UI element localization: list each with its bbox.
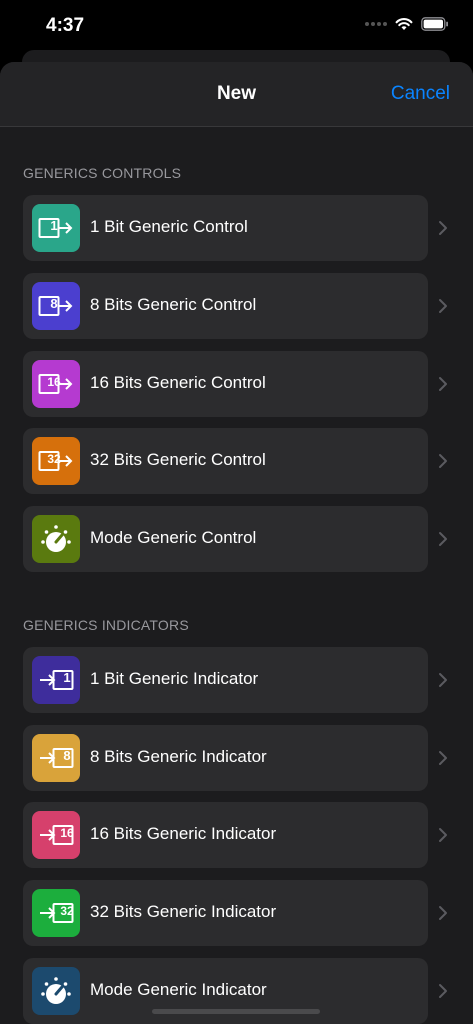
- icon-badge: 8: [63, 748, 71, 763]
- chevron-right-icon: [439, 984, 447, 998]
- section-header-controls: GENERICS CONTROLS: [23, 165, 182, 181]
- list-item-label: 32 Bits Generic Control: [90, 450, 266, 469]
- nav-bar: New Cancel: [0, 62, 473, 127]
- status-bar: 4:37: [0, 0, 473, 50]
- list-item-mode-control[interactable]: Mode Generic Control: [23, 506, 428, 572]
- mode-dial-icon: [32, 515, 80, 563]
- indicator-8-icon: 8: [32, 734, 80, 782]
- list-item-label: 1 Bit Generic Control: [90, 217, 248, 236]
- control-8-icon: 8: [32, 282, 80, 330]
- list-item-label: 8 Bits Generic Control: [90, 295, 257, 314]
- icon-badge: 16: [47, 375, 61, 389]
- mode-dial-icon: [32, 967, 80, 1015]
- chevron-right-icon: [439, 299, 447, 313]
- cancel-button[interactable]: Cancel: [391, 83, 450, 105]
- icon-badge: 16: [60, 826, 74, 840]
- control-1-icon: 1: [32, 204, 80, 252]
- indicator-1-icon: 1: [32, 656, 80, 704]
- icon-badge: 1: [50, 218, 58, 233]
- icon-badge: 32: [47, 452, 61, 466]
- cellular-signal-icon: [365, 22, 387, 26]
- home-indicator[interactable]: [152, 1009, 320, 1014]
- list-item-label: Mode Generic Control: [90, 528, 257, 547]
- battery-icon: [421, 17, 448, 31]
- status-time: 4:37: [46, 15, 85, 36]
- list-item-label: Mode Generic Indicator: [90, 980, 267, 999]
- chevron-right-icon: [439, 906, 447, 920]
- list-item-1-bit-control[interactable]: 1 1 Bit Generic Control: [23, 195, 428, 261]
- list-item-16-bits-indicator[interactable]: 16 16 Bits Generic Indicator: [23, 802, 428, 868]
- list-item-8-bits-indicator[interactable]: 8 8 Bits Generic Indicator: [23, 725, 428, 791]
- chevron-right-icon: [439, 828, 447, 842]
- icon-badge: 32: [60, 904, 74, 918]
- status-icons: [365, 17, 449, 31]
- list-item-label: 1 Bit Generic Indicator: [90, 669, 259, 688]
- chevron-right-icon: [439, 454, 447, 468]
- chevron-right-icon: [439, 377, 447, 391]
- chevron-right-icon: [439, 532, 447, 546]
- list-item-label: 8 Bits Generic Indicator: [90, 747, 267, 766]
- indicator-32-icon: 32: [32, 889, 80, 937]
- list-item-mode-indicator[interactable]: Mode Generic Indicator: [23, 958, 428, 1024]
- list-item-32-bits-control[interactable]: 32 32 Bits Generic Control: [23, 428, 428, 494]
- list-item-label: 16 Bits Generic Indicator: [90, 824, 277, 843]
- chevron-right-icon: [439, 673, 447, 687]
- chevron-right-icon: [439, 751, 447, 765]
- list-item-1-bit-indicator[interactable]: 1 1 Bit Generic Indicator: [23, 647, 428, 713]
- section-header-indicators: GENERICS INDICATORS: [23, 617, 189, 633]
- icon-badge: 1: [63, 670, 71, 685]
- list-item-label: 32 Bits Generic Indicator: [90, 902, 277, 921]
- indicator-16-icon: 16: [32, 811, 80, 859]
- list-item-32-bits-indicator[interactable]: 32 32 Bits Generic Indicator: [23, 880, 428, 946]
- chevron-right-icon: [439, 221, 447, 235]
- list-item-label: 16 Bits Generic Control: [90, 373, 266, 392]
- list-item-16-bits-control[interactable]: 16 16 Bits Generic Control: [23, 351, 428, 417]
- control-32-icon: 32: [32, 437, 80, 485]
- control-16-icon: 16: [32, 360, 80, 408]
- icon-badge: 8: [50, 296, 58, 311]
- list-item-8-bits-control[interactable]: 8 8 Bits Generic Control: [23, 273, 428, 339]
- new-item-sheet: New Cancel GENERICS CONTROLS 1 1 Bit Gen…: [0, 62, 473, 1024]
- wifi-icon: [395, 18, 413, 30]
